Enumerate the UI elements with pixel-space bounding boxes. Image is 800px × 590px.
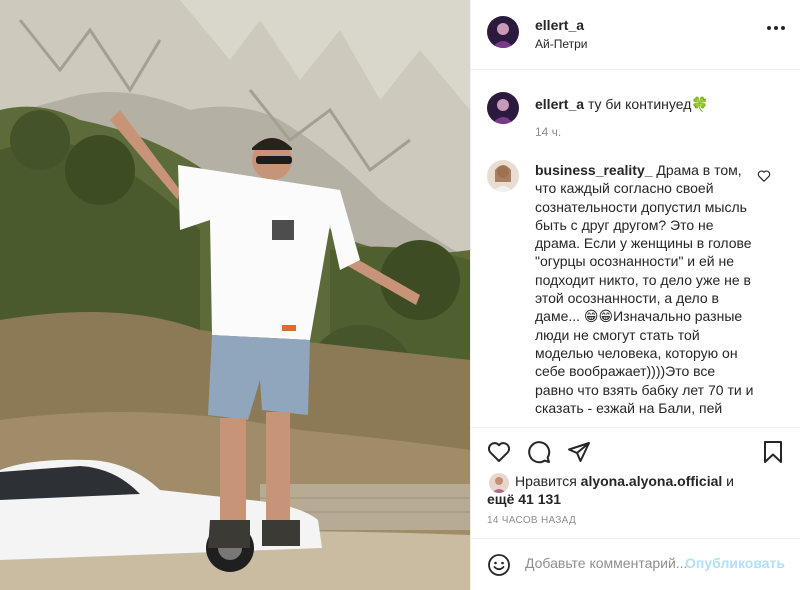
- likes-count[interactable]: ещё 41 131: [487, 490, 561, 508]
- bookmark-icon[interactable]: [761, 440, 785, 467]
- smiley-icon[interactable]: [487, 553, 511, 580]
- more-dots-icon[interactable]: [767, 26, 785, 30]
- caption-avatar[interactable]: [487, 92, 519, 124]
- commenter-avatar[interactable]: [487, 160, 519, 192]
- avatar[interactable]: [487, 16, 519, 48]
- instagram-post: ellert_a Ай-Петри ellert_a ту би контину…: [0, 0, 800, 590]
- post-image: [0, 0, 470, 590]
- likes-line: Нравится alyona.alyona.official и: [515, 472, 734, 490]
- caption-username[interactable]: ellert_a: [535, 96, 584, 112]
- comment-username[interactable]: business_reality_: [535, 162, 653, 178]
- post-actions: [471, 427, 800, 473]
- likes-prefix: Нравится: [515, 473, 577, 489]
- post-header: ellert_a Ай-Петри: [471, 0, 800, 70]
- add-comment-bar: Опубликовать: [471, 538, 800, 590]
- post-photo[interactable]: [0, 0, 470, 590]
- comment: business_reality_ Драма в том, что кажды…: [535, 161, 757, 417]
- comment-text: Драма в том, что каждый согласно своей с…: [535, 162, 754, 416]
- comment-input[interactable]: [525, 555, 695, 571]
- post-timestamp[interactable]: 14 ЧАСОВ НАЗАД: [487, 515, 576, 526]
- comment-icon[interactable]: [527, 440, 551, 467]
- paper-plane-icon[interactable]: [567, 440, 591, 467]
- likes-user[interactable]: alyona.alyona.official: [581, 473, 723, 489]
- heart-icon[interactable]: [487, 440, 511, 467]
- comment-heart-icon[interactable]: [757, 169, 771, 186]
- header-username[interactable]: ellert_a: [535, 17, 584, 33]
- caption: ellert_a ту би континуед🍀: [535, 95, 775, 113]
- publish-button[interactable]: Опубликовать: [685, 555, 785, 571]
- caption-text: ту би континуед🍀: [587, 96, 709, 112]
- post-side-panel: ellert_a Ай-Петри ellert_a ту би контину…: [470, 0, 800, 590]
- caption-time[interactable]: 14 ч.: [535, 125, 561, 139]
- likes-conj: и: [726, 473, 734, 489]
- comments-area: ellert_a ту би континуед🍀 14 ч. business…: [471, 71, 800, 427]
- header-location[interactable]: Ай-Петри: [535, 37, 587, 51]
